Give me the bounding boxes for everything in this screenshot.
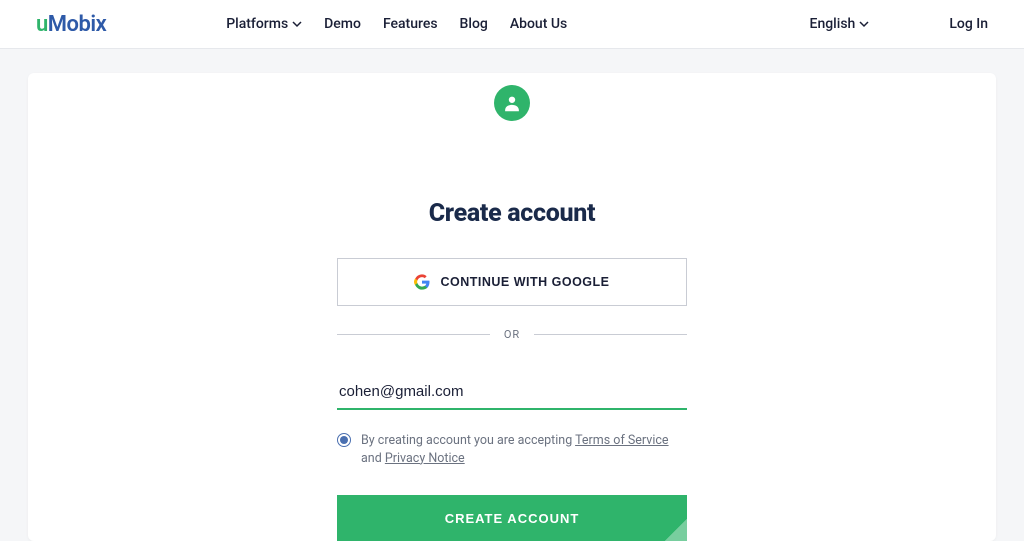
terms-mid: and — [361, 451, 385, 466]
nav-label-features: Features — [383, 16, 438, 32]
google-icon — [414, 274, 430, 290]
chevron-down-icon — [292, 19, 302, 29]
terms-of-service-link[interactable]: Terms of Service — [575, 433, 668, 448]
or-divider: OR — [337, 328, 687, 341]
logo-u: u — [36, 12, 48, 37]
logo-rest: Mobix — [48, 12, 106, 37]
privacy-notice-link[interactable]: Privacy Notice — [385, 451, 465, 466]
continue-with-google-button[interactable]: CONTINUE WITH GOOGLE — [337, 258, 687, 306]
login-label: Log In — [949, 16, 988, 32]
nav-item-about[interactable]: About Us — [510, 16, 567, 32]
nav-label-blog: Blog — [460, 16, 488, 32]
terms-text: By creating account you are accepting Te… — [361, 432, 687, 467]
chevron-down-icon — [859, 19, 869, 29]
google-button-label: CONTINUE WITH GOOGLE — [440, 275, 609, 289]
login-link[interactable]: Log In — [949, 16, 988, 32]
divider-line — [534, 334, 687, 335]
nav-label-demo: Demo — [324, 16, 361, 32]
terms-radio[interactable] — [337, 433, 351, 447]
create-account-button[interactable]: CREATE ACCOUNT — [337, 495, 687, 541]
language-selector[interactable]: English — [810, 16, 870, 32]
terms-row: By creating account you are accepting Te… — [337, 432, 687, 467]
nav-label-platforms: Platforms — [226, 16, 288, 32]
signup-card: Create account CONTINUE WITH GOOGLE OR — [28, 73, 996, 541]
language-label: English — [810, 16, 856, 32]
page-title: Create account — [337, 199, 687, 228]
logo[interactable]: uMobix — [36, 12, 106, 37]
or-label: OR — [504, 328, 520, 341]
nav-label-about: About Us — [510, 16, 567, 32]
signup-form: Create account CONTINUE WITH GOOGLE OR — [337, 199, 687, 541]
divider-line — [337, 334, 490, 335]
nav-item-features[interactable]: Features — [383, 16, 438, 32]
email-input[interactable] — [337, 377, 687, 410]
create-account-label: CREATE ACCOUNT — [445, 511, 580, 526]
header: uMobix Platforms Demo Features Blog Abou… — [0, 0, 1024, 49]
terms-pre: By creating account you are accepting — [361, 433, 575, 448]
nav-item-demo[interactable]: Demo — [324, 16, 361, 32]
nav-item-blog[interactable]: Blog — [460, 16, 488, 32]
nav: Platforms Demo Features Blog About Us — [226, 16, 567, 32]
nav-item-platforms[interactable]: Platforms — [226, 16, 302, 32]
radio-dot-icon — [340, 436, 348, 444]
avatar-icon — [494, 85, 530, 121]
